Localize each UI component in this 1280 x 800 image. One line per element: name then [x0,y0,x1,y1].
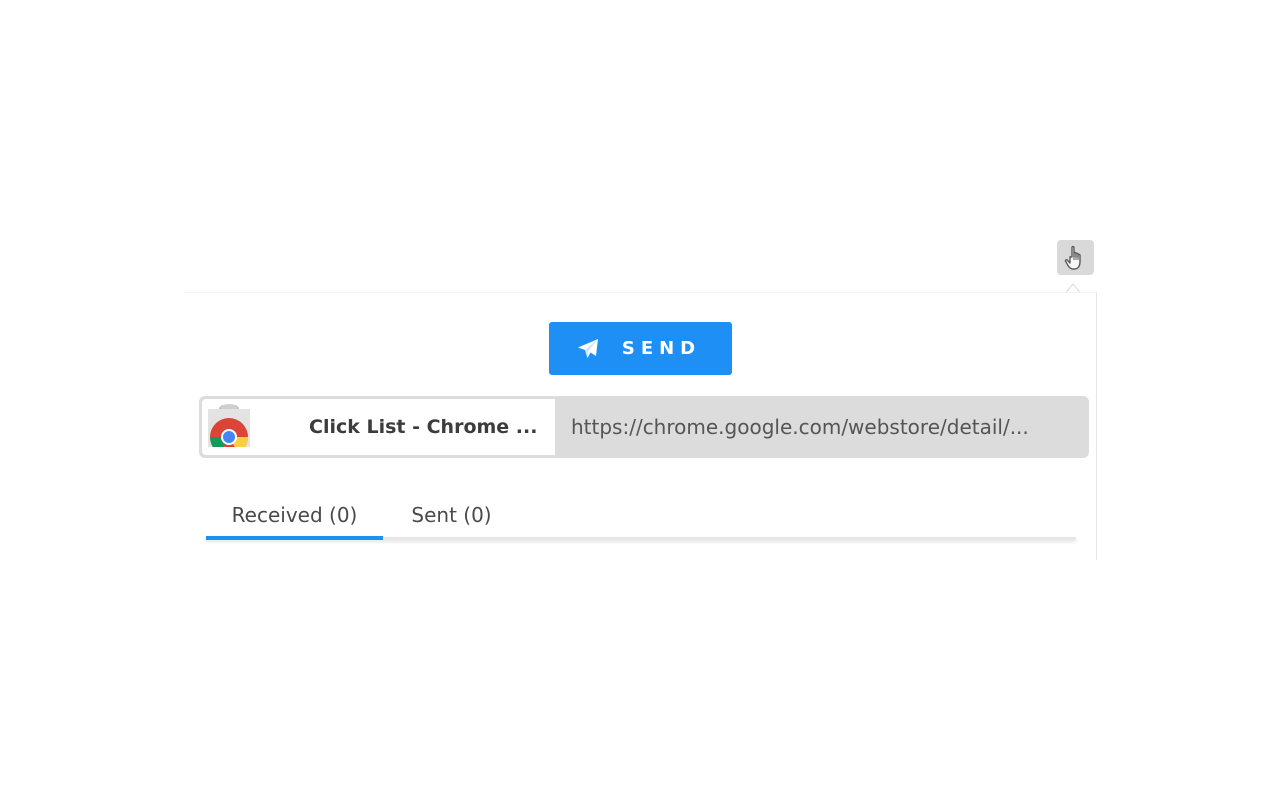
tab-sent[interactable]: Sent (0) [386,496,517,540]
send-button[interactable]: SEND [549,322,732,375]
tab-received-label: Received (0) [231,503,358,527]
chrome-web-store-icon [207,403,251,456]
link-card[interactable]: Click List - Chrome ... https://chrome.g… [199,396,1089,458]
link-url: https://chrome.google.com/webstore/detai… [571,415,1029,439]
tab-sent-label: Sent (0) [411,503,492,527]
extension-button[interactable] [1057,240,1094,275]
active-tab-indicator [206,536,383,540]
link-card-title-area: Click List - Chrome ... [202,399,555,456]
tab-bar: Received (0) Sent (0) [206,496,1076,544]
send-button-label: SEND [621,338,702,359]
tab-received[interactable]: Received (0) [206,496,383,540]
stage: SEND Click List - Chrome ... https://chr… [0,0,1280,800]
paper-plane-icon [576,337,600,361]
hand-pointer-icon [1063,244,1089,272]
link-title: Click List - Chrome ... [309,416,538,438]
